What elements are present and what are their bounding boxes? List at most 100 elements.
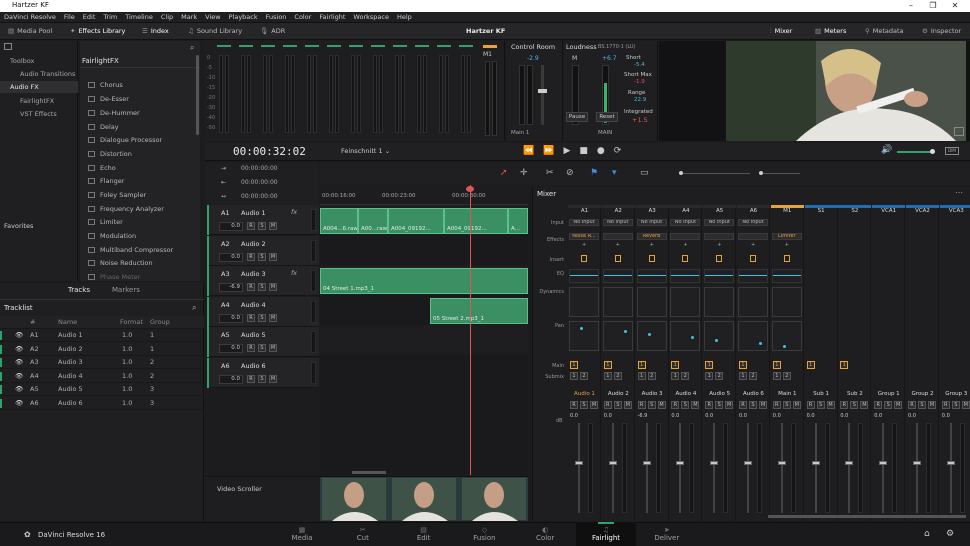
sound-library-button[interactable]: ♫ Sound Library bbox=[188, 27, 242, 35]
audio-clip[interactable]: 05 Street 2.mp3_1 bbox=[430, 298, 528, 324]
timeline-selector[interactable]: Feinschnitt 1 ⌄ bbox=[341, 147, 390, 155]
track-s-button[interactable]: S bbox=[258, 374, 266, 383]
channel-fader[interactable] bbox=[848, 423, 851, 513]
menu-edit[interactable]: Edit bbox=[83, 13, 96, 21]
fx-item[interactable]: Delay bbox=[88, 121, 119, 133]
insert-toggle[interactable] bbox=[581, 255, 587, 262]
stop-icon[interactable]: ▶ bbox=[563, 146, 570, 156]
dim-icon[interactable]: DIM bbox=[945, 147, 959, 155]
submix-assign-icon[interactable]: 2 bbox=[613, 372, 622, 380]
tab-tracks[interactable]: Tracks bbox=[68, 286, 90, 294]
main-assign-icon[interactable]: 1 bbox=[603, 361, 612, 369]
record-icon[interactable]: ● bbox=[597, 146, 605, 156]
fader-knob[interactable] bbox=[710, 461, 719, 465]
eq-curve[interactable] bbox=[636, 269, 667, 283]
effects-slot[interactable]: Limiter bbox=[771, 233, 802, 240]
add-effect-icon[interactable]: + bbox=[751, 242, 755, 248]
track-r-button[interactable]: R bbox=[247, 374, 255, 383]
channel-s-button[interactable]: S bbox=[884, 401, 893, 409]
channel-name[interactable]: Group 1 bbox=[872, 391, 905, 397]
fx-item[interactable]: Chorus bbox=[88, 79, 123, 91]
submix-assign-icon[interactable]: 1 bbox=[772, 372, 781, 380]
fx-item[interactable]: Echo bbox=[88, 162, 116, 174]
pan-graph[interactable] bbox=[670, 321, 701, 351]
control-room-main1[interactable]: Main 1 bbox=[511, 130, 529, 136]
fader-knob[interactable] bbox=[575, 461, 583, 465]
channel-m-button[interactable]: M bbox=[894, 401, 903, 409]
track-m-button[interactable]: M bbox=[269, 374, 277, 383]
audio-clip[interactable]: A004_09192... bbox=[444, 208, 508, 234]
fader-knob[interactable] bbox=[744, 461, 752, 465]
channel-r-button[interactable]: R bbox=[874, 401, 883, 409]
track-r-button[interactable]: R bbox=[247, 252, 255, 261]
search-icon[interactable]: ⌕ bbox=[192, 303, 196, 313]
channel-m-button[interactable]: M bbox=[623, 401, 632, 409]
meters-button[interactable]: ▥ Meters bbox=[815, 27, 846, 35]
track-r-button[interactable]: R bbox=[247, 313, 255, 322]
channel-name[interactable]: Sub 2 bbox=[838, 391, 871, 397]
page-tab-edit[interactable]: ▤ Edit bbox=[394, 522, 454, 546]
channel-s-button[interactable]: S bbox=[951, 401, 960, 409]
channel-r-button[interactable]: R bbox=[806, 401, 815, 409]
fx-item[interactable]: Foley Sampler bbox=[88, 189, 146, 201]
audio-clip[interactable]: A004_09192... bbox=[388, 208, 444, 234]
submix-assign-icon[interactable]: 1 bbox=[637, 372, 646, 380]
tracklist-row[interactable]: 👁 A5 Audio 5 1.0 3 bbox=[0, 383, 204, 397]
audio-clip[interactable]: A004...6.raw bbox=[320, 208, 358, 234]
fx-item[interactable]: Frequency Analyzer bbox=[88, 203, 164, 215]
effects-slot[interactable] bbox=[704, 233, 735, 240]
fader-knob[interactable] bbox=[676, 461, 685, 465]
fx-item[interactable]: Limiter bbox=[88, 216, 123, 228]
submix-assign-icon[interactable]: 1 bbox=[570, 372, 578, 380]
menu-workspace[interactable]: Workspace bbox=[353, 13, 389, 21]
add-effect-icon[interactable]: + bbox=[650, 242, 654, 248]
channel-s-button[interactable]: S bbox=[715, 401, 724, 409]
vertical-zoom-knob[interactable] bbox=[759, 171, 763, 175]
channel-m-button[interactable]: M bbox=[657, 401, 666, 409]
vertical-zoom-slider[interactable] bbox=[760, 173, 800, 174]
volume-slider-knob[interactable] bbox=[930, 149, 935, 154]
close-button[interactable]: ✕ bbox=[944, 0, 966, 12]
submix-assign-icon[interactable]: 2 bbox=[749, 372, 757, 380]
track-header[interactable]: A6 Audio 6 0.0 R S M bbox=[207, 357, 319, 388]
menu-trim[interactable]: Trim bbox=[103, 13, 117, 21]
eq-curve[interactable] bbox=[670, 269, 701, 283]
control-room-fader[interactable] bbox=[541, 65, 544, 125]
pan-position-dot[interactable] bbox=[580, 327, 583, 330]
fx-badge[interactable]: fx bbox=[291, 208, 297, 216]
timeline-ruler[interactable]: 00:00:16:00 00:00:23:00 00:00:30:00 bbox=[320, 185, 528, 205]
timeline-scrollbar[interactable] bbox=[352, 471, 386, 474]
loop-icon[interactable]: ⟳ bbox=[614, 146, 622, 156]
channel-fader[interactable] bbox=[578, 423, 580, 513]
channel-m-button[interactable]: M bbox=[691, 401, 700, 409]
track-name[interactable]: Audio 6 bbox=[241, 362, 266, 370]
insert-toggle[interactable] bbox=[682, 255, 689, 262]
timecode-display[interactable]: 00:00:32:02 bbox=[233, 145, 306, 158]
zoom-view-icon[interactable]: ▭ bbox=[640, 168, 649, 178]
main-assign-icon[interactable]: 1 bbox=[671, 361, 680, 369]
visibility-eye-icon[interactable]: 👁 bbox=[15, 343, 23, 356]
channel-name[interactable]: Group 3 bbox=[940, 391, 970, 397]
track-m-button[interactable]: M bbox=[269, 344, 277, 352]
sidebar-item-audio-fx[interactable]: Audio FX bbox=[0, 81, 78, 93]
stop-square-icon[interactable]: ■ bbox=[579, 146, 588, 156]
maximize-button[interactable]: ❐ bbox=[922, 0, 944, 12]
pan-graph[interactable] bbox=[771, 321, 802, 351]
volume-slider[interactable] bbox=[897, 151, 933, 153]
index-button[interactable]: ☰ Index bbox=[142, 27, 169, 35]
track-volume[interactable]: 0.0 bbox=[219, 344, 243, 353]
track-r-button[interactable]: R bbox=[247, 222, 255, 230]
fx-list-scrollbar[interactable] bbox=[196, 55, 199, 135]
channel-name[interactable]: Sub 1 bbox=[805, 391, 838, 397]
zoom-slider-knob[interactable] bbox=[679, 171, 683, 175]
home-icon[interactable]: ⌂ bbox=[924, 529, 930, 539]
dynamics-graph[interactable] bbox=[771, 287, 802, 317]
submix-assign-icon[interactable]: 2 bbox=[580, 372, 588, 380]
eq-curve[interactable] bbox=[602, 269, 633, 283]
insert-toggle[interactable] bbox=[750, 255, 756, 262]
track-header[interactable]: A4 Audio 4 0.0 R S M bbox=[207, 296, 319, 327]
metadata-button[interactable]: ⚲ Metadata bbox=[865, 27, 904, 35]
search-icon[interactable]: ⌕ bbox=[190, 43, 194, 53]
insert-toggle[interactable] bbox=[783, 255, 790, 262]
channel-fader[interactable] bbox=[611, 423, 614, 513]
